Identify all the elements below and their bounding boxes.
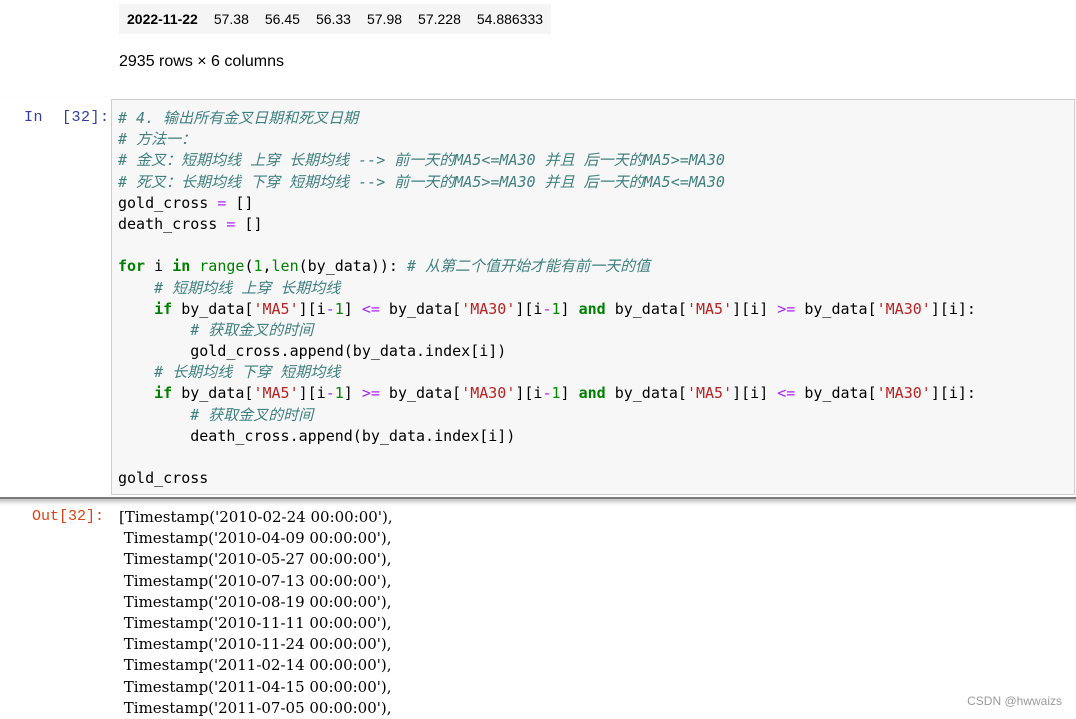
code-line: # 4. 输出所有金叉日期和死叉日期 — [118, 109, 359, 127]
output-text: [Timestamp('2010-02-24 00:00:00'), Times… — [119, 507, 393, 719]
row-cell: 57.228 — [418, 11, 461, 27]
code-line: # 获取金叉的时间 — [190, 405, 314, 424]
output-line: Timestamp('2010-07-13 00:00:00'), — [119, 571, 392, 590]
code-line: # 方法一： — [118, 130, 197, 149]
output-line: Timestamp('2010-11-11 00:00:00'), — [119, 613, 392, 632]
output-line: [Timestamp('2010-02-24 00:00:00'), — [119, 508, 393, 526]
code-text[interactable]: # 4. 输出所有金叉日期和死叉日期 # 方法一： # 金叉：短期均线 上穿 长期均… — [118, 108, 976, 489]
code-line: death_cross = [] — [118, 214, 263, 233]
output-line: Timestamp('2010-05-27 00:00:00'), — [119, 550, 392, 569]
row-cell: 56.45 — [264, 11, 300, 27]
row-cell: 54.886333 — [476, 11, 544, 27]
code-line: gold_cross — [118, 469, 209, 488]
output-prompt: Out[32]: — [32, 508, 105, 525]
code-line: for i in range(1,len(by_data)): # 从第二个值开… — [118, 257, 651, 276]
code-line: # 获取金叉的时间 — [190, 320, 314, 339]
code-line: # 长期均线 下穿 短期均线 — [154, 363, 341, 382]
code-line: # 短期均线 上穿 长期均线 — [154, 278, 341, 297]
code-line: if by_data['MA5'][i-1] <= by_data['MA30'… — [154, 299, 976, 318]
dataframe-last-row: 2022-11-22 57.38 56.45 56.33 57.98 57.22… — [119, 4, 552, 34]
code-line: # 金叉：短期均线 上穿 长期均线 --> 前一天的MA5<=MA30 并且 后… — [118, 151, 725, 170]
output-line: Timestamp('2010-11-24 00:00:00'), — [119, 635, 392, 654]
code-line: gold_cross.append(by_data.index[i]) — [118, 342, 507, 361]
output-line: Timestamp('2010-04-09 00:00:00'), — [119, 529, 392, 548]
dataframe-shape: 2935 rows × 6 columns — [119, 53, 284, 70]
watermark: CSDN @hwwaizs — [967, 694, 1062, 708]
row-cell: 57.38 — [213, 11, 249, 27]
row-cell: 57.98 — [366, 11, 403, 27]
row-cell: 56.33 — [315, 11, 351, 27]
row-index: 2022-11-22 — [127, 11, 198, 27]
code-line: gold_cross = [] — [118, 193, 254, 212]
output-line: Timestamp('2011-04-15 00:00:00'), — [119, 677, 392, 696]
output-line: Timestamp('2010-08-19 00:00:00'), — [119, 592, 392, 611]
output-line: Timestamp('2011-02-14 00:00:00'), — [119, 656, 392, 675]
input-prompt: In [32]: — [24, 109, 110, 126]
output-line: Timestamp('2011-07-05 00:00:00'), — [119, 698, 392, 717]
code-line: death_cross.append(by_data.index[i]) — [118, 426, 516, 445]
code-line: if by_data['MA5'][i-1] >= by_data['MA30'… — [154, 384, 976, 403]
code-line: # 死叉：长期均线 下穿 短期均线 --> 前一天的MA5>=MA30 并且 后… — [118, 172, 725, 191]
